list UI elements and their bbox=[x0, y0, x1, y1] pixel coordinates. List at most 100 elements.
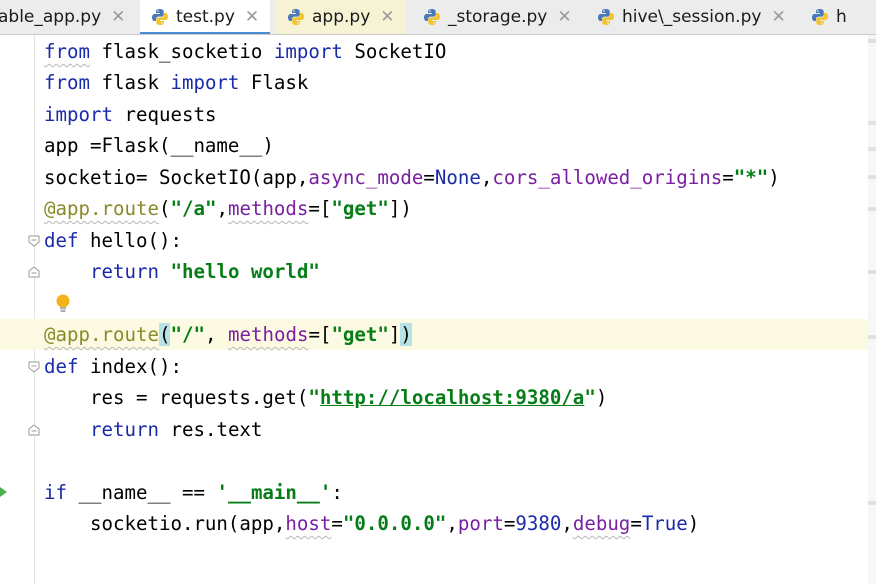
scroll-marker bbox=[868, 147, 876, 151]
code-line-2[interactable]: from flask import Flask bbox=[0, 67, 876, 98]
scroll-marker bbox=[868, 39, 876, 43]
code-text: ( bbox=[158, 197, 171, 220]
code-text: ]) bbox=[388, 197, 412, 220]
code-text: __name__ == bbox=[67, 481, 217, 504]
keyword: True bbox=[641, 512, 688, 535]
code-text: : bbox=[331, 481, 343, 504]
code-text: , bbox=[561, 512, 573, 535]
string-literal: "hello world" bbox=[170, 260, 320, 283]
tab-test[interactable]: test.py ✕ bbox=[140, 0, 270, 34]
close-icon[interactable]: ✕ bbox=[557, 7, 571, 27]
python-file-icon bbox=[424, 9, 440, 25]
tab-label: hive\_session.py bbox=[622, 7, 762, 27]
code-text: , bbox=[446, 512, 458, 535]
python-file-icon bbox=[812, 9, 828, 25]
code-line-16[interactable]: socketio.run(app,host="0.0.0.0",port=938… bbox=[0, 508, 876, 539]
code-text: flask_socketio bbox=[89, 40, 274, 63]
keyword: from bbox=[44, 71, 90, 94]
code-line-5[interactable]: socketio= SocketIO(app,async_mode=None,c… bbox=[0, 162, 876, 193]
parameter-name: port bbox=[457, 512, 504, 535]
code-line-9[interactable] bbox=[0, 288, 876, 319]
code-line-3[interactable]: import requests bbox=[0, 99, 876, 130]
code-line-13[interactable]: return res.text bbox=[0, 414, 876, 445]
code-line-10[interactable]: @app.route("/", methods=["get"]) bbox=[0, 319, 876, 350]
decorator: @app.route bbox=[44, 197, 159, 220]
code-text: = bbox=[722, 166, 734, 189]
url-link[interactable]: http://localhost:9380/a bbox=[320, 386, 584, 409]
string-literal: "/a" bbox=[170, 197, 217, 220]
code-text: , bbox=[204, 323, 228, 346]
code-line-1[interactable]: from flask_socketio import SocketIO bbox=[0, 36, 876, 67]
decorator: @app.route bbox=[44, 323, 159, 346]
code-text: res = requests.get( bbox=[44, 386, 309, 409]
fold-end-icon[interactable] bbox=[28, 266, 40, 278]
code-text: = bbox=[503, 512, 516, 535]
code-line-15[interactable]: if __name__ == '__main__': bbox=[0, 477, 876, 508]
code-text: = bbox=[331, 512, 343, 535]
parameter-name: debug bbox=[572, 512, 631, 535]
code-text: =[ bbox=[308, 197, 332, 220]
tab-label: test.py bbox=[176, 7, 235, 27]
tab-hive-session[interactable]: hive\_session.py ✕ bbox=[586, 0, 796, 34]
scroll-marker bbox=[868, 270, 876, 274]
string-literal: "get" bbox=[331, 197, 389, 220]
code-line-12[interactable]: res = requests.get("http://localhost:938… bbox=[0, 382, 876, 413]
keyword: if bbox=[44, 481, 67, 504]
code-text: socketio= SocketIO(app, bbox=[44, 166, 309, 189]
vertical-scrollbar[interactable] bbox=[868, 35, 876, 584]
string-literal: "*" bbox=[733, 166, 769, 189]
code-text: socketio.run(app, bbox=[44, 512, 286, 535]
python-file-icon bbox=[288, 9, 304, 25]
keyword: from bbox=[44, 40, 90, 63]
code-text: ) bbox=[595, 386, 608, 409]
code-line-11[interactable]: def index(): bbox=[0, 351, 876, 382]
string-literal: "/" bbox=[170, 323, 205, 346]
code-text: =[ bbox=[308, 323, 332, 346]
tab-able-app[interactable]: able_app.py ✕ bbox=[0, 0, 138, 34]
code-editor[interactable]: from flask_socketio import SocketIO from… bbox=[0, 35, 876, 584]
tab-storage[interactable]: _storage.py ✕ bbox=[412, 0, 582, 34]
code-line-8[interactable]: return "hello world" bbox=[0, 256, 876, 287]
parameter-name: methods bbox=[227, 197, 309, 220]
parameter-name: methods bbox=[227, 323, 309, 346]
code-text: = bbox=[630, 512, 642, 535]
string-literal: '__main__' bbox=[216, 481, 332, 504]
code-line-7[interactable]: def hello(): bbox=[0, 225, 876, 256]
code-line-4[interactable]: app =Flask(__name__) bbox=[0, 130, 876, 161]
close-icon[interactable]: ✕ bbox=[111, 7, 125, 27]
code-text: index(): bbox=[78, 355, 182, 378]
code-line-6[interactable]: @app.route("/a",methods=["get"]) bbox=[0, 193, 876, 224]
keyword: None bbox=[434, 166, 481, 189]
close-icon[interactable]: ✕ bbox=[245, 7, 259, 27]
keyword: import bbox=[273, 40, 343, 63]
keyword: return bbox=[89, 418, 159, 441]
code-text: res.text bbox=[158, 418, 263, 441]
close-icon[interactable]: ✕ bbox=[771, 7, 785, 27]
number-literal: 9380 bbox=[515, 512, 562, 535]
code-text: ) bbox=[768, 166, 780, 189]
code-text: ) bbox=[400, 323, 412, 346]
fold-icon[interactable] bbox=[28, 235, 40, 247]
run-icon[interactable] bbox=[0, 487, 7, 497]
code-line-14[interactable] bbox=[0, 445, 876, 476]
code-text: , bbox=[216, 197, 228, 220]
editor-tab-bar: able_app.py ✕ test.py ✕ app.py ✕ _storag… bbox=[0, 0, 876, 35]
python-file-icon bbox=[598, 9, 614, 25]
code-text: , bbox=[480, 166, 493, 189]
code-text: hello(): bbox=[78, 229, 182, 252]
tab-label: _storage.py bbox=[448, 7, 548, 27]
tab-h-partial[interactable]: h bbox=[800, 0, 876, 34]
lightbulb-icon[interactable] bbox=[55, 293, 71, 315]
fold-end-icon[interactable] bbox=[28, 424, 40, 436]
keyword: return bbox=[89, 260, 159, 283]
fold-icon[interactable] bbox=[28, 361, 40, 373]
code-text: SocketIO bbox=[342, 40, 447, 63]
string-literal: "0.0.0.0" bbox=[342, 512, 447, 535]
scroll-marker bbox=[868, 175, 876, 179]
parameter-name: async_mode bbox=[308, 166, 424, 189]
close-icon[interactable]: ✕ bbox=[380, 7, 394, 27]
tab-app[interactable]: app.py ✕ bbox=[276, 0, 406, 34]
code-text: ) bbox=[687, 512, 700, 535]
